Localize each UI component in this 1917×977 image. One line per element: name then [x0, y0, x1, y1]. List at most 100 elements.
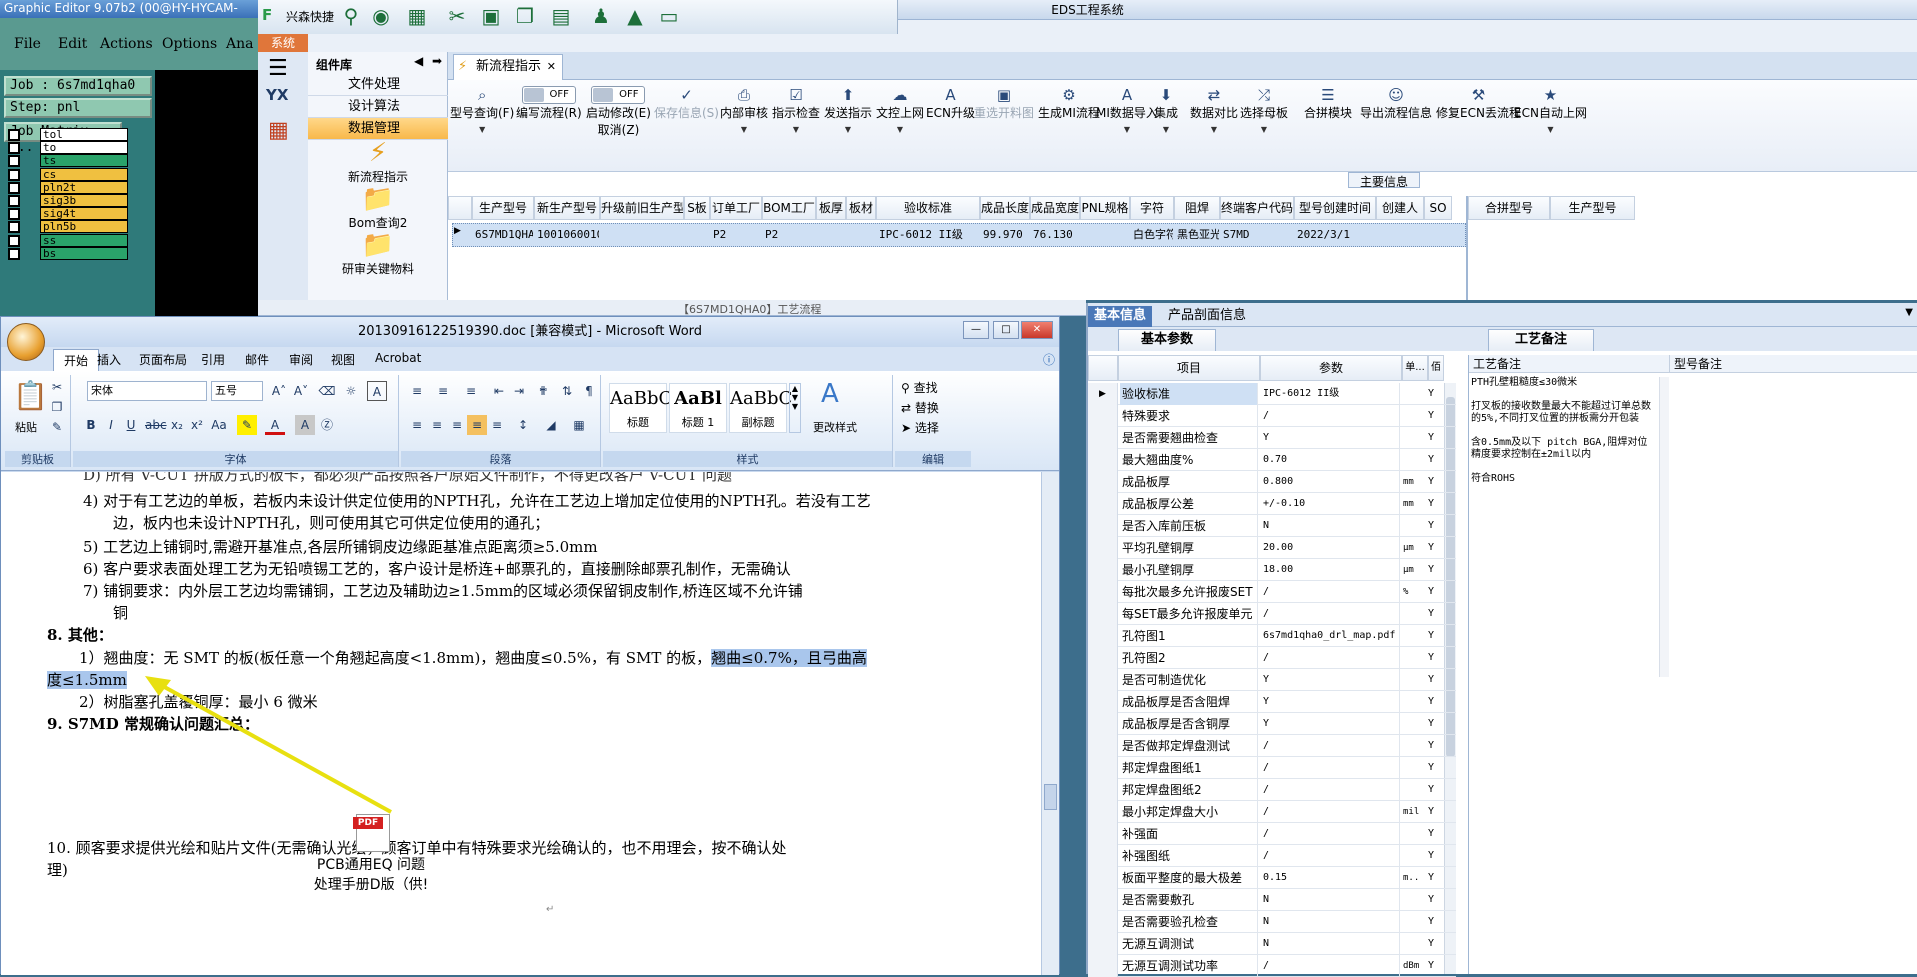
property-row[interactable]: 是否需要验孔检查 N Y [1088, 911, 1456, 933]
ribbon-button[interactable]: ⇄ 数据对比 ▼ [1190, 86, 1238, 134]
property-row[interactable]: 最大翘曲度% 0.70 Y [1088, 449, 1456, 471]
table-cell[interactable] [1379, 224, 1423, 246]
chevron-down-icon[interactable]: ▼ [1154, 125, 1178, 134]
ribbon-tab[interactable]: 插入 [97, 351, 121, 368]
tab-basic-params[interactable]: 基本参数 [1118, 329, 1217, 351]
property-row[interactable]: 是否做邦定焊盘测试 / Y [1088, 735, 1456, 757]
graphic-editor-canvas[interactable] [155, 70, 258, 330]
close-icon[interactable]: ✕ [547, 55, 556, 79]
layer-row[interactable]: tol [6, 128, 156, 142]
ribbon-button[interactable]: ⚙ 生成MI流程 [1038, 86, 1100, 121]
notes-scrollbar[interactable] [1659, 377, 1669, 677]
table-cell[interactable] [687, 224, 709, 246]
user-icon[interactable]: ♟ [590, 5, 612, 27]
table-cell[interactable]: 10010600104852 [537, 224, 599, 246]
layer-row[interactable]: sig4t [6, 207, 156, 221]
table-cell[interactable]: S7MD [1223, 224, 1293, 246]
ribbon-button[interactable]: ✓ 保存信息(S) [654, 86, 719, 121]
column-header[interactable]: 创建人 [1376, 196, 1424, 220]
table-cell[interactable]: 99.970 [983, 224, 1029, 246]
column-header[interactable]: 成品宽度 [1030, 196, 1080, 220]
property-flag[interactable]: Y [1428, 603, 1444, 625]
justify-icon[interactable]: ≡ [467, 415, 487, 435]
column-header[interactable]: 新生产型号 [534, 196, 600, 220]
property-row[interactable]: 平均孔壁铜厚 20.00 μm Y [1088, 537, 1456, 559]
nav-data-management[interactable]: 数据管理 [308, 118, 448, 140]
column-header[interactable]: 合拼型号 [1468, 196, 1550, 220]
menu-file[interactable]: File [14, 36, 41, 52]
property-flag[interactable]: Y [1428, 647, 1444, 669]
ribbon-button[interactable]: ☰ 合拼模块 [1304, 86, 1352, 121]
layer-row[interactable]: bs [6, 246, 156, 261]
style-title[interactable]: AaBbC 标题 [609, 383, 672, 433]
property-flag[interactable]: Y [1428, 933, 1444, 955]
italic-icon[interactable]: I [101, 415, 121, 435]
phonetic-icon[interactable]: ☼ [341, 381, 361, 401]
column-header[interactable]: 生产型号 [472, 196, 534, 220]
table-cell[interactable] [1083, 224, 1129, 246]
property-value[interactable]: +/-0.10 [1260, 493, 1400, 515]
ribbon-button[interactable]: ⤮ 选择母板 ▼ [1240, 86, 1288, 134]
property-value[interactable]: 18.00 [1260, 559, 1400, 581]
property-flag[interactable]: Y [1428, 889, 1444, 911]
property-value[interactable]: Y [1260, 427, 1400, 449]
chevron-down-icon[interactable]: ▼ [824, 125, 872, 134]
monitor-icon[interactable]: ▭ [658, 5, 680, 27]
tab-new-flow[interactable]: ⚡ 新流程指示 ✕ [453, 54, 563, 80]
property-flag[interactable]: Y [1428, 823, 1444, 845]
property-row[interactable]: 补强面 / Y [1088, 823, 1456, 845]
column-header[interactable]: 项目 [1118, 355, 1260, 381]
property-row[interactable]: 成品板厚 0.800 mm Y [1088, 471, 1456, 493]
menu-options[interactable]: Options [162, 36, 217, 52]
chevron-down-icon[interactable]: ▼ [772, 125, 820, 134]
table-cell[interactable]: 2022/3/1 [1297, 224, 1375, 246]
chevron-down-icon[interactable]: ▼ [1190, 125, 1238, 134]
layer-name[interactable]: bs [40, 246, 128, 260]
property-value[interactable]: N [1260, 911, 1400, 933]
column-header[interactable]: PNL规格 [1080, 196, 1130, 220]
property-value[interactable]: Y [1260, 713, 1400, 735]
column-header[interactable]: 板厚 [816, 196, 846, 220]
ribbon-button[interactable]: OFF 编写流程(R) [516, 86, 582, 121]
nav-file-processing[interactable]: 文件处理 [308, 74, 448, 96]
property-row[interactable]: 是否需要敷孔 N Y [1088, 889, 1456, 911]
property-value[interactable]: N [1260, 933, 1400, 955]
show-marks-icon[interactable]: ¶ [579, 381, 599, 401]
property-row[interactable]: 邦定焊盘图纸1/ Y [1088, 757, 1456, 779]
property-flag[interactable]: Y [1428, 691, 1444, 713]
change-case-icon[interactable]: Aa [209, 415, 229, 435]
chevron-down-icon[interactable]: ▼ [1905, 307, 1913, 318]
chart-icon[interactable]: ▲ [624, 5, 646, 27]
table-cell[interactable]: 黑色亚光 [1177, 224, 1219, 246]
column-header[interactable]: 佰 [1428, 355, 1444, 381]
property-flag[interactable]: Y [1428, 405, 1444, 427]
decrease-indent-icon[interactable]: ⇤ [489, 381, 509, 401]
property-row[interactable]: 最小邦定焊盘大小 / mil Y [1088, 801, 1456, 823]
column-header[interactable]: 订单工厂 [710, 196, 762, 220]
clear-format-icon[interactable]: ⌫ [317, 381, 337, 401]
ribbon-button[interactable]: A ECN升级 [926, 86, 975, 121]
property-flag[interactable]: Y [1428, 427, 1444, 449]
ribbon-button[interactable]: ☺ 导出流程信息 [1360, 86, 1432, 121]
property-flag[interactable]: Y [1428, 867, 1444, 889]
tab-basic-info[interactable]: 基本信息 [1088, 306, 1153, 327]
strikethrough-icon[interactable]: abc [145, 415, 167, 435]
property-value[interactable]: N [1260, 515, 1400, 537]
table-cell[interactable] [849, 224, 875, 246]
toggle-switch[interactable]: OFF [591, 86, 646, 104]
layer-checkbox[interactable] [8, 208, 20, 221]
copy-icon[interactable]: ❐ [47, 397, 67, 417]
toggle-switch[interactable]: OFF [521, 86, 576, 104]
property-row[interactable]: 成品板厚是否含阻焊 Y Y [1088, 691, 1456, 713]
line-spacing-icon[interactable]: ↕ [513, 415, 533, 435]
property-flag[interactable]: Y [1428, 471, 1444, 493]
pdf-attachment-caption[interactable]: PCB通用EQ 问题 处理手册D版（供! [301, 855, 441, 895]
property-flag[interactable]: Y [1428, 625, 1444, 647]
ribbon-tab[interactable]: Acrobat [375, 351, 421, 365]
property-value[interactable]: / [1260, 801, 1400, 823]
property-row[interactable]: 孔符图1 6s7md1qha0_drl_map.pdf Y [1088, 625, 1456, 647]
layer-checkbox[interactable] [8, 247, 20, 260]
numbering-icon[interactable]: ≡ [433, 381, 453, 401]
collapse-icon[interactable]: ◀ [414, 54, 423, 68]
chinese-layout-icon[interactable]: ✟ [533, 381, 553, 401]
